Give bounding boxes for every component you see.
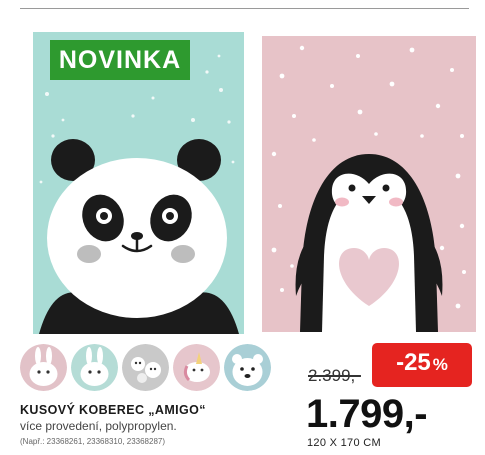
product-description: více provedení, polypropylen. [20,419,177,433]
animals-icon [122,344,169,391]
product-name[interactable]: KUSOVÝ KOBEREC „AMIGO“ [20,403,206,417]
top-divider [20,8,469,9]
bunny-icon [71,344,118,391]
variant-grey-animals[interactable] [122,344,169,391]
percent-sign: % [432,355,448,374]
penguin-rug-illustration [262,36,476,332]
variant-thumbnails [20,344,272,392]
product-codes: (Např.: 23368261, 23368310, 23368287) [20,437,166,446]
bear-icon [224,344,271,391]
variant-pink-bunny[interactable] [20,344,67,391]
unicorn-icon [173,344,220,391]
discount-badge: -25 % [372,343,472,387]
discount-value: -25 [396,349,431,376]
variant-pink-unicorn[interactable] [173,344,220,391]
product-dimensions: 120 X 170 CM [307,437,381,449]
variant-white-bear[interactable] [224,344,271,391]
variant-mint-bunny[interactable] [71,344,118,391]
old-price: 2.399,- [308,366,361,385]
penguin-rug-image[interactable] [262,36,476,332]
new-price: 1.799,- [306,392,428,436]
bunny-icon [20,344,67,391]
novinka-badge: NOVINKA [50,40,190,80]
